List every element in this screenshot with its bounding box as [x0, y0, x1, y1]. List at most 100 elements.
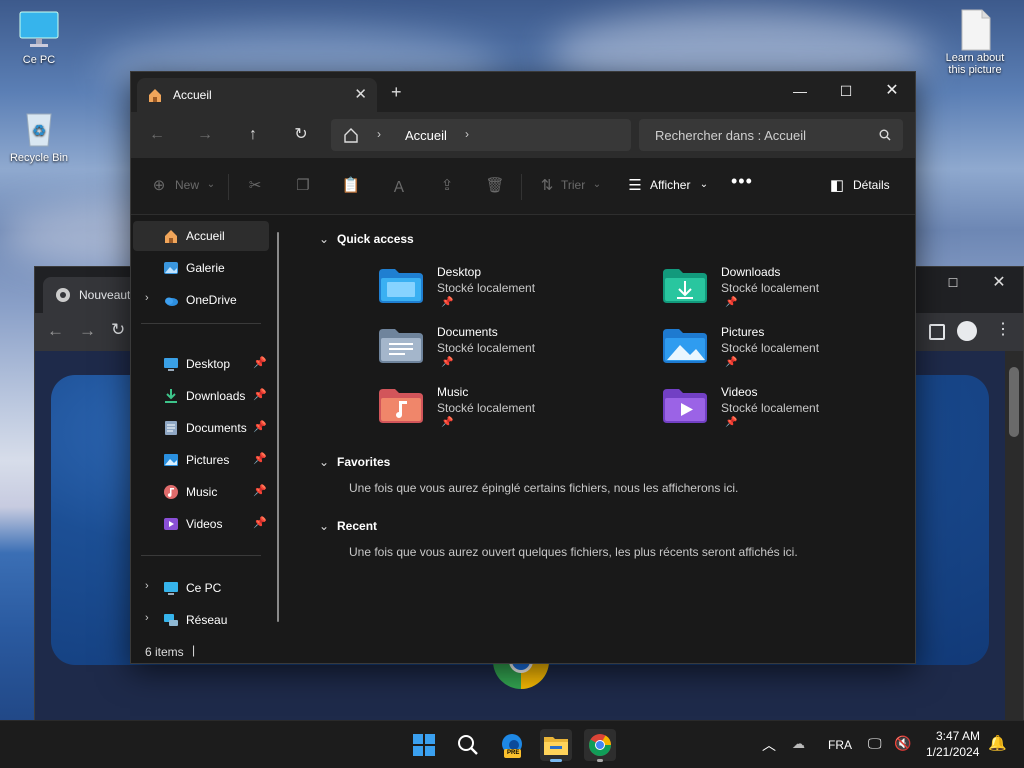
rename-icon[interactable]: Ａ [389, 176, 409, 196]
sidebar-item-onedrive[interactable]: › OneDrive [133, 285, 269, 315]
edge-button[interactable]: PRE [496, 729, 528, 761]
new-plus-icon: ⊕ [152, 177, 166, 194]
quick-access-location: Stocké localement [721, 281, 820, 295]
sidebar-item-videos[interactable]: Videos 📌 [133, 509, 269, 539]
volume-muted-icon[interactable]: 🔇 [894, 735, 911, 752]
profile-icon[interactable] [957, 321, 977, 341]
view-button[interactable]: Afficher [650, 178, 690, 192]
quick-access-header[interactable]: ⌄ Quick access [319, 232, 414, 246]
reload-icon[interactable]: ↻ [111, 320, 125, 340]
clock-time[interactable]: 3:47 AM [936, 729, 980, 743]
share-icon[interactable]: ⇪ [437, 176, 457, 196]
sidebar-item-ce-pc[interactable]: › Ce PC [133, 573, 269, 603]
desktop-icon-recycle-bin[interactable]: ♻ Recycle Bin [1, 108, 77, 164]
pictures-folder-icon [663, 329, 707, 363]
desktop-icon-ce-pc[interactable]: Ce PC [1, 10, 77, 66]
maximize-button[interactable]: ☐ [823, 76, 869, 106]
quick-access-item-music[interactable]: Music Stocké localement 📌 [379, 383, 639, 439]
back-arrow-icon[interactable]: ← [47, 321, 64, 341]
home-outline-icon [344, 128, 358, 143]
search-icon [879, 129, 891, 141]
explorer-tab-accueil[interactable]: Accueil ✕ [137, 78, 377, 112]
search-button[interactable] [452, 729, 484, 761]
paste-icon[interactable]: 📋 [341, 176, 361, 196]
sidebar-item-pictures[interactable]: Pictures 📌 [133, 445, 269, 475]
monitor-icon [18, 10, 60, 50]
home-icon [165, 230, 177, 243]
sidebar-item-label: Music [186, 485, 218, 499]
sidebar-item-desktop[interactable]: Desktop 📌 [133, 349, 269, 379]
chrome-maximize-button[interactable]: ☐ [941, 271, 965, 295]
favorites-empty-message: Une fois que vous aurez épinglé certains… [349, 481, 739, 495]
sidepanel-icon[interactable] [929, 324, 945, 340]
pin-icon: 📌 [253, 389, 267, 401]
download-icon [165, 389, 177, 403]
chrome-scrollbar[interactable] [1005, 351, 1023, 721]
folder-icon [544, 737, 568, 755]
chevron-right-icon[interactable]: › [145, 580, 149, 592]
chevron-down-icon: ⌄ [592, 179, 602, 190]
quick-access-location: Stocké localement [437, 401, 536, 415]
desktop-icon-learn-picture[interactable]: Learn about this picture [937, 8, 1013, 76]
breadcrumb-accueil[interactable]: Accueil [405, 128, 447, 143]
chrome-taskbar-button[interactable] [584, 729, 616, 762]
breadcrumb-chevron-icon[interactable]: › [465, 127, 469, 141]
sort-button[interactable]: Trier [561, 178, 585, 192]
pin-icon: 📌 [441, 297, 454, 308]
network-icon[interactable]: 🖵 [868, 735, 882, 752]
sidebar-item-accueil[interactable]: Accueil [133, 221, 269, 251]
language-indicator[interactable]: FRA [828, 738, 852, 752]
quick-access-item-downloads[interactable]: Downloads Stocké localement 📌 [663, 263, 923, 319]
back-arrow-icon[interactable]: ← [145, 124, 169, 148]
recent-header[interactable]: ⌄ Recent [319, 519, 377, 533]
sidebar-item-label: Desktop [186, 357, 231, 371]
up-arrow-icon[interactable]: ↑ [241, 124, 265, 148]
desktop-icon-label: Recycle Bin [9, 152, 69, 164]
pin-icon: 📌 [441, 417, 454, 428]
cut-icon[interactable]: ✂ [245, 176, 265, 196]
sidebar-scrollbar[interactable] [277, 232, 279, 622]
desktop-folder-icon [379, 269, 423, 303]
file-explorer-taskbar-button[interactable] [540, 729, 572, 762]
close-tab-icon[interactable]: ✕ [354, 85, 367, 103]
command-bar: ⊕ New ⌄ ✂ ❐ 📋 Ａ ⇪ 🗑 ⇅ Trier ⌄ ☰ Afficher… [131, 158, 915, 215]
chrome-close-button[interactable]: ✕ [987, 271, 1011, 295]
more-options-icon[interactable]: ••• [731, 171, 753, 192]
menu-kebab-icon[interactable]: ⋮ [995, 319, 1011, 339]
chevron-right-icon[interactable]: › [145, 292, 149, 304]
chevron-down-icon: ⌄ [319, 232, 330, 246]
sidebar-item-galerie[interactable]: Galerie [133, 253, 269, 283]
sidebar-item-downloads[interactable]: Downloads 📌 [133, 381, 269, 411]
favorites-header[interactable]: ⌄ Favorites [319, 455, 390, 469]
delete-icon[interactable]: 🗑 [485, 176, 505, 196]
quick-access-item-documents[interactable]: Documents Stocké localement 📌 [379, 323, 639, 379]
sidebar-item-documents[interactable]: Documents 📌 [133, 413, 269, 443]
network-icon [164, 614, 178, 626]
details-button[interactable]: Détails [853, 178, 890, 192]
chevron-right-icon[interactable]: › [145, 612, 149, 624]
video-icon [164, 518, 178, 530]
quick-access-item-desktop[interactable]: Desktop Stocké localement 📌 [379, 263, 639, 319]
new-button[interactable]: New [175, 178, 199, 192]
quick-access-item-videos[interactable]: Videos Stocké localement 📌 [663, 383, 923, 439]
sidebar-item-music[interactable]: Music 📌 [133, 477, 269, 507]
music-folder-icon [379, 389, 423, 423]
explorer-titlebar: Accueil ✕ + — ☐ ✕ [131, 72, 915, 112]
sidebar-item-reseau[interactable]: › Réseau [133, 605, 269, 635]
minimize-button[interactable]: — [777, 76, 823, 106]
view-list-icon: ☰ [628, 177, 642, 194]
refresh-icon[interactable]: ↻ [289, 124, 313, 148]
clock-date[interactable]: 1/21/2024 [926, 745, 979, 759]
notifications-bell-icon[interactable]: 🔔 [988, 734, 1007, 752]
address-bar[interactable]: › Accueil › [331, 119, 631, 151]
onedrive-offline-icon[interactable]: ☁ [792, 736, 805, 752]
start-button[interactable] [408, 729, 440, 761]
forward-arrow-icon[interactable]: → [79, 321, 96, 341]
copy-icon[interactable]: ❐ [293, 176, 313, 196]
forward-arrow-icon[interactable]: → [193, 124, 217, 148]
quick-access-item-pictures[interactable]: Pictures Stocké localement 📌 [663, 323, 923, 379]
search-box[interactable]: Rechercher dans : Accueil [639, 119, 903, 151]
close-window-button[interactable]: ✕ [869, 76, 915, 106]
new-tab-button[interactable]: + [391, 82, 402, 103]
show-hidden-icons-chevron-icon[interactable]: ︿ [762, 735, 776, 755]
